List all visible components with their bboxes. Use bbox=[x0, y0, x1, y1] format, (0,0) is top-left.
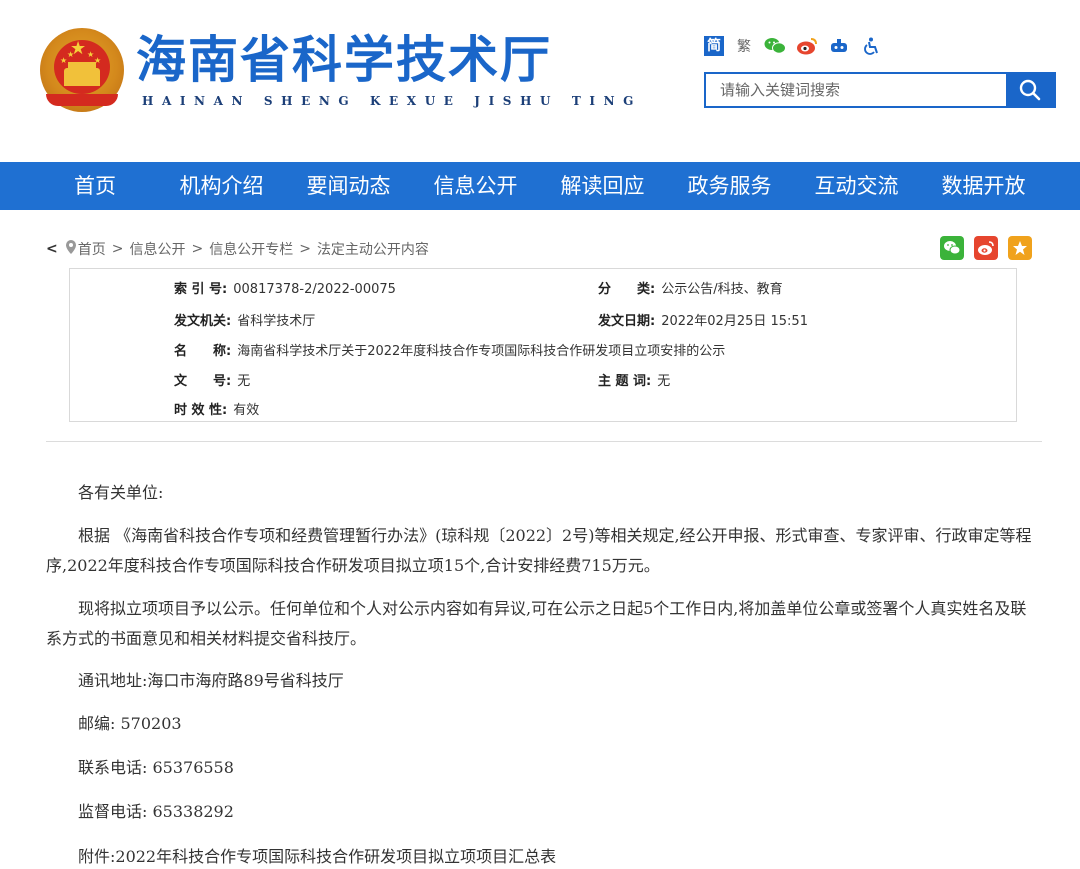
breadcrumb-separator: > bbox=[191, 241, 204, 257]
content-divider bbox=[46, 441, 1042, 442]
supervise-phone: 监督电话: 65338292 bbox=[78, 802, 234, 821]
breadcrumb-info-disclosure[interactable]: 信息公开 bbox=[129, 239, 185, 259]
contact-phone: 联系电话: 65376558 bbox=[78, 758, 234, 777]
nav-item-interpretation[interactable]: 解读回应 bbox=[539, 162, 666, 210]
nav-item-info-disclosure[interactable]: 信息公开 bbox=[412, 162, 539, 210]
meta-subject-value: 无 bbox=[657, 374, 671, 389]
document-metadata-box: 索 引 号: 00817378-2/2022-00075 分 类: 公示公告/科技、… bbox=[69, 268, 1017, 422]
meta-validity-label: 时 效 性: bbox=[174, 403, 228, 418]
contact-postcode: 邮编: 570203 bbox=[78, 714, 182, 733]
star-icon bbox=[1013, 241, 1027, 255]
breadcrumb-statutory-content[interactable]: 法定主动公开内容 bbox=[317, 239, 429, 259]
wechat-icon[interactable] bbox=[764, 36, 786, 56]
nav-item-organization[interactable]: 机构介绍 bbox=[158, 162, 285, 210]
meta-subject: 主 题 词: 无 bbox=[598, 370, 670, 389]
meta-date: 发文日期: 2022年02月25日 15:51 bbox=[598, 310, 808, 329]
favorite-button[interactable] bbox=[1008, 236, 1032, 260]
meta-category-label: 分 类: bbox=[598, 282, 656, 297]
breadcrumb-home[interactable]: 首页 bbox=[78, 239, 106, 259]
simplified-chinese-button[interactable]: 简 bbox=[704, 36, 724, 56]
attachment-link[interactable]: 附件:2022年科技合作专项国际科技合作研发项目拟立项项目汇总表 bbox=[46, 842, 1042, 869]
meta-validity-value: 有效 bbox=[233, 403, 260, 418]
meta-category: 分 类: 公示公告/科技、教育 bbox=[598, 278, 783, 297]
meta-docno-label: 文 号: bbox=[174, 374, 232, 389]
meta-issuer-label: 发文机关: bbox=[174, 314, 232, 329]
meta-issuer: 发文机关: 省科学技术厅 bbox=[174, 310, 315, 329]
nav-item-news[interactable]: 要闻动态 bbox=[285, 162, 412, 210]
meta-validity: 时 效 性: 有效 bbox=[174, 399, 259, 418]
search-box bbox=[704, 72, 1056, 108]
weibo-icon bbox=[978, 241, 994, 255]
meta-category-value: 公示公告/科技、教育 bbox=[661, 282, 783, 297]
nav-item-open-data[interactable]: 数据开放 bbox=[920, 162, 1047, 210]
meta-name: 名 称: 海南省科学技术厅关于2022年度科技合作专项国际科技合作研发项目立项安排… bbox=[174, 340, 725, 359]
main-nav: 首页 机构介绍 要闻动态 信息公开 解读回应 政务服务 互动交流 数据开放 bbox=[0, 162, 1080, 210]
nav-item-home[interactable]: 首页 bbox=[32, 162, 158, 210]
search-input[interactable] bbox=[706, 74, 1008, 106]
meta-docno: 文 号: 无 bbox=[174, 370, 250, 389]
meta-name-value: 海南省科学技术厅关于2022年度科技合作专项国际科技合作研发项目立项安排的公示 bbox=[237, 344, 726, 359]
site-title[interactable]: 海南省科学技术厅 bbox=[136, 30, 552, 90]
robot-icon[interactable] bbox=[828, 36, 850, 56]
breadcrumb-separator: > bbox=[111, 241, 124, 257]
paragraph-notice: 现将拟立项项目予以公示。任何单位和个人对公示内容如有异议,可在公示之日起5个工作… bbox=[46, 599, 1027, 648]
paragraph-basis: 根据 《海南省科技合作专项和经费管理暂行办法》(琼科规〔2022〕2号)等相关规… bbox=[46, 526, 1032, 575]
meta-index-label: 索 引 号: bbox=[174, 282, 228, 297]
meta-date-label: 发文日期: bbox=[598, 314, 656, 329]
accessibility-icon[interactable] bbox=[860, 36, 882, 56]
meta-name-label: 名 称: bbox=[174, 344, 232, 359]
weibo-icon[interactable] bbox=[796, 36, 818, 56]
header-tools: 简 繁 bbox=[704, 36, 882, 56]
back-button[interactable]: < bbox=[46, 241, 58, 257]
contact-address: 通讯地址:海口市海府路89号省科技厅 bbox=[78, 671, 344, 690]
breadcrumb-info-column[interactable]: 信息公开专栏 bbox=[209, 239, 293, 259]
breadcrumb-separator: > bbox=[299, 241, 311, 257]
greeting: 各有关单位: bbox=[78, 483, 164, 502]
meta-index-value: 00817378-2/2022-00075 bbox=[233, 282, 396, 297]
breadcrumb: < 首页 > 信息公开 > 信息公开专栏 > 法定主动公开内容 bbox=[46, 238, 429, 260]
traditional-chinese-button[interactable]: 繁 bbox=[734, 36, 754, 56]
meta-index: 索 引 号: 00817378-2/2022-00075 bbox=[174, 278, 396, 297]
meta-subject-label: 主 题 词: bbox=[598, 374, 652, 389]
share-weibo-button[interactable] bbox=[974, 236, 998, 260]
location-pin-icon bbox=[65, 240, 76, 258]
share-buttons bbox=[940, 236, 1032, 260]
meta-docno-value: 无 bbox=[237, 374, 251, 389]
share-wechat-button[interactable] bbox=[940, 236, 964, 260]
nav-item-gov-services[interactable]: 政务服务 bbox=[666, 162, 793, 210]
nav-item-interaction[interactable]: 互动交流 bbox=[793, 162, 920, 210]
site-title-pinyin: HAINAN SHENG KEXUE JISHU TING bbox=[142, 94, 643, 108]
meta-issuer-value: 省科学技术厅 bbox=[237, 314, 316, 329]
national-emblem-logo: ★ ★ ★ ★ ★ bbox=[40, 28, 124, 112]
wechat-icon bbox=[944, 241, 961, 255]
search-icon bbox=[1019, 79, 1041, 101]
search-button[interactable] bbox=[1006, 74, 1054, 106]
meta-date-value: 2022年02月25日 15:51 bbox=[661, 314, 808, 329]
site-header: ★ ★ ★ ★ ★ 海南省科学技术厅 HAINAN SHENG KEXUE JI… bbox=[0, 0, 1080, 162]
